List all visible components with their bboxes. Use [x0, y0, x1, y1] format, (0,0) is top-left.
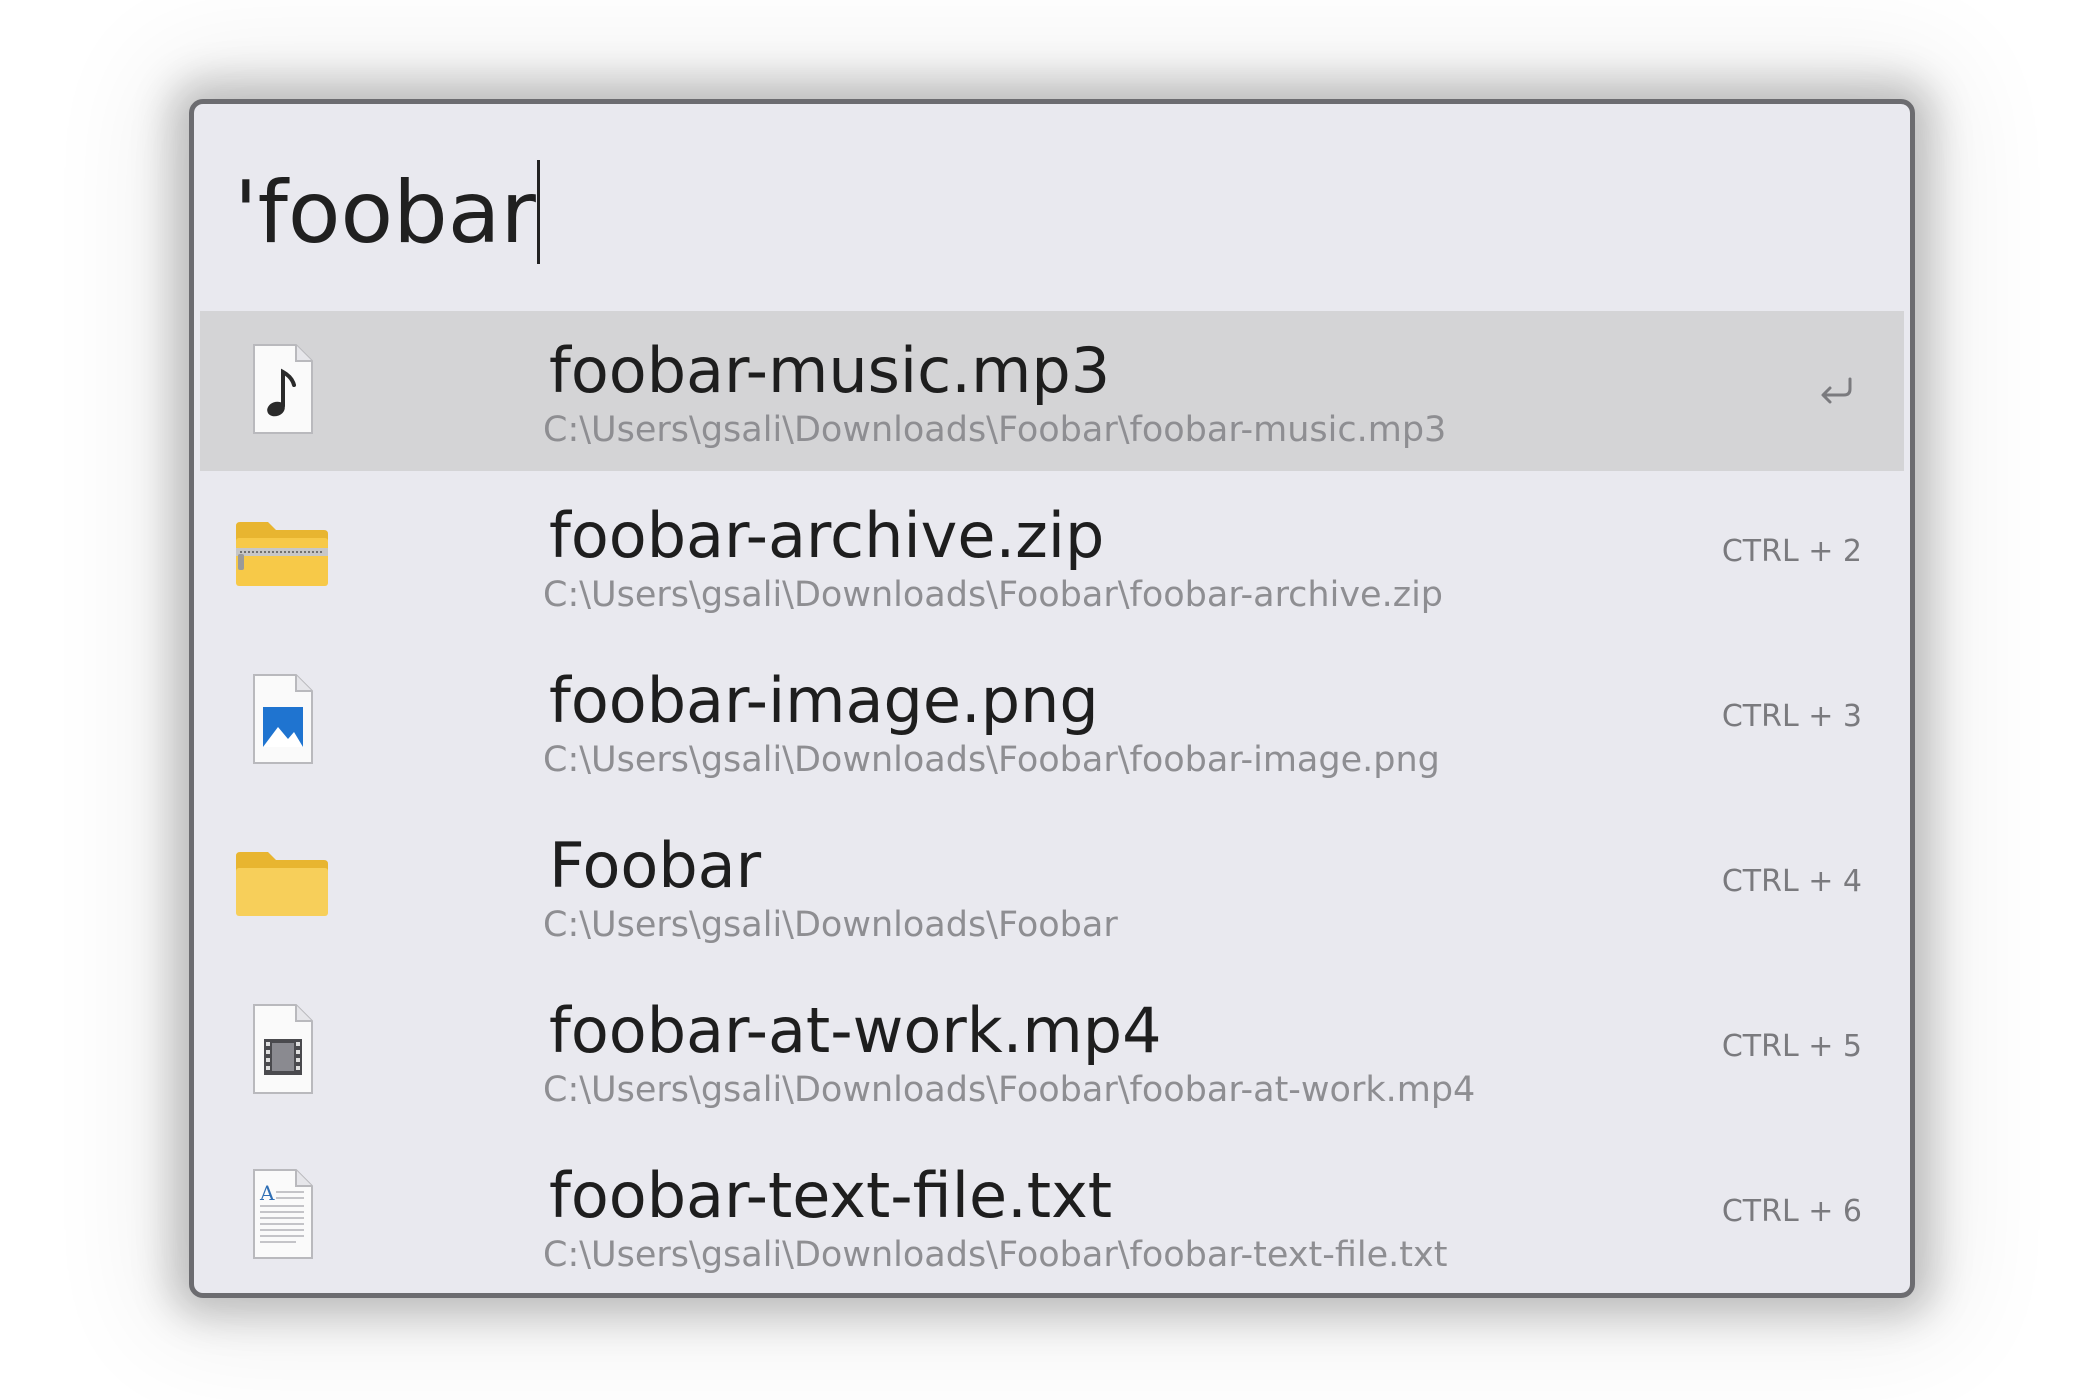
- shortcut-hint: CTRL + 2: [1721, 534, 1862, 569]
- image-file-icon: [232, 669, 332, 769]
- result-path: C:\Users\gsali\Downloads\Foobar\foobar-a…: [543, 575, 1444, 615]
- result-item[interactable]: foobar-image.png C:\Users\gsali\Download…: [200, 641, 1904, 801]
- result-path: C:\Users\gsali\Downloads\Foobar: [543, 905, 1118, 945]
- shortcut-hint: CTRL + 3: [1721, 699, 1862, 734]
- result-path: C:\Users\gsali\Downloads\Foobar\foobar-t…: [543, 1235, 1448, 1275]
- shortcut-hint: CTRL + 4: [1721, 864, 1862, 899]
- folder-icon: [232, 834, 332, 934]
- launcher-window: 'foobar foobar-music.mp3 C:\Users\gsali\…: [189, 99, 1915, 1298]
- zip-folder-icon: [232, 504, 332, 604]
- search-query[interactable]: 'foobar: [234, 163, 536, 263]
- shortcut-hint: CTRL + 5: [1721, 1029, 1862, 1064]
- result-title: foobar-music.mp3: [549, 334, 1111, 407]
- result-path: C:\Users\gsali\Downloads\Foobar\foobar-m…: [543, 410, 1447, 450]
- search-input[interactable]: 'foobar: [234, 160, 540, 264]
- result-title: foobar-at-work.mp4: [549, 994, 1162, 1067]
- video-file-icon: [232, 999, 332, 1099]
- shortcut-hint: CTRL + 6: [1721, 1194, 1862, 1229]
- search-bar[interactable]: 'foobar: [194, 104, 1910, 310]
- result-title: Foobar: [549, 829, 762, 902]
- result-path: C:\Users\gsali\Downloads\Foobar\foobar-i…: [543, 740, 1440, 780]
- result-item[interactable]: Foobar C:\Users\gsali\Downloads\Foobar C…: [200, 806, 1904, 966]
- result-item[interactable]: A foobar-text-file.txt C:\Users\gsali\Do…: [200, 1136, 1904, 1293]
- svg-text:A: A: [259, 1181, 275, 1205]
- result-title: foobar-archive.zip: [549, 499, 1105, 572]
- enter-icon: [1816, 369, 1856, 409]
- result-title: foobar-text-file.txt: [549, 1159, 1113, 1232]
- result-path: C:\Users\gsali\Downloads\Foobar\foobar-a…: [543, 1070, 1476, 1110]
- result-item[interactable]: foobar-archive.zip C:\Users\gsali\Downlo…: [200, 476, 1904, 636]
- text-caret: [536, 160, 540, 264]
- text-file-icon: A: [232, 1164, 332, 1264]
- results-list: foobar-music.mp3 C:\Users\gsali\Download…: [200, 311, 1904, 1293]
- result-title: foobar-image.png: [549, 664, 1099, 737]
- result-item[interactable]: foobar-at-work.mp4 C:\Users\gsali\Downlo…: [200, 971, 1904, 1131]
- result-item[interactable]: foobar-music.mp3 C:\Users\gsali\Download…: [200, 311, 1904, 471]
- music-file-icon: [232, 339, 332, 439]
